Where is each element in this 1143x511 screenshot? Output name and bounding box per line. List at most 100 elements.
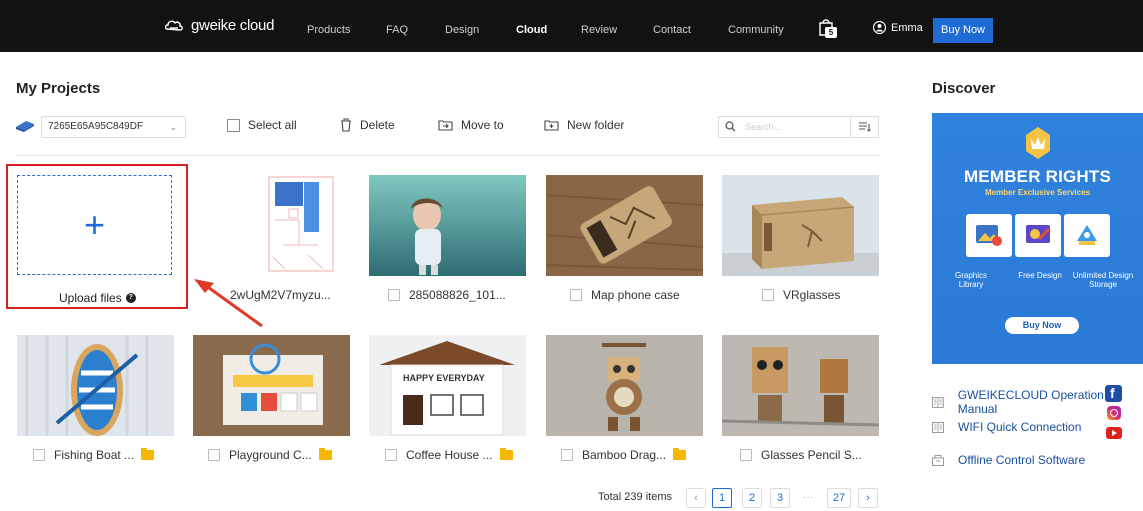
item-checkbox[interactable] bbox=[208, 449, 220, 461]
nav-cloud[interactable]: Cloud bbox=[516, 24, 547, 36]
storage-icon bbox=[1077, 225, 1097, 245]
trash-icon bbox=[341, 118, 351, 132]
thumb-floorplan[interactable] bbox=[193, 175, 350, 276]
page-button-2[interactable]: 2 bbox=[742, 488, 762, 508]
thumb-playground[interactable] bbox=[193, 335, 350, 436]
page-ellipsis: ··· bbox=[803, 492, 813, 503]
link-offline-software[interactable]: Offline Control Software bbox=[932, 453, 1085, 467]
item-caption-3[interactable]: Map phone case bbox=[570, 288, 680, 302]
feature-graphics-library: Graphics Library bbox=[954, 271, 987, 289]
nav-contact[interactable]: Contact bbox=[653, 24, 691, 36]
banner-subtitle: Member Exclusive Services bbox=[985, 188, 1090, 197]
thumb-glasses-pencil[interactable] bbox=[722, 335, 879, 436]
youtube-icon[interactable] bbox=[1106, 427, 1122, 439]
software-icon bbox=[932, 454, 944, 466]
folder-icon bbox=[141, 448, 155, 460]
feature-free-design: Free Design bbox=[1018, 271, 1062, 280]
item-caption-6[interactable]: Playground C... bbox=[208, 448, 332, 462]
user-name: Emma bbox=[891, 21, 923, 34]
feature-unlimited-storage: Unlimited Design Storage bbox=[1072, 271, 1134, 289]
item-name: Fishing Boat ... bbox=[54, 448, 135, 462]
item-name: Bamboo Drag... bbox=[582, 448, 667, 462]
move-folder-icon bbox=[438, 120, 453, 131]
cart-count-badge: 5 bbox=[825, 27, 837, 38]
new-folder-button[interactable]: New folder bbox=[544, 118, 624, 132]
unlimited-storage-card bbox=[1064, 214, 1110, 257]
facebook-icon[interactable]: f bbox=[1105, 385, 1122, 402]
item-caption-8[interactable]: Bamboo Drag... bbox=[561, 448, 687, 462]
free-design-card bbox=[1015, 214, 1061, 257]
move-to-label: Move to bbox=[461, 118, 504, 132]
crown-badge-icon bbox=[1026, 127, 1050, 159]
item-checkbox[interactable] bbox=[762, 289, 774, 301]
list-sort-icon bbox=[859, 122, 871, 132]
new-folder-icon bbox=[544, 120, 559, 131]
item-checkbox[interactable] bbox=[740, 449, 752, 461]
search-input[interactable]: Search... bbox=[718, 116, 851, 138]
item-caption-4[interactable]: VRglasses bbox=[762, 288, 840, 302]
item-name: Map phone case bbox=[591, 288, 680, 302]
item-checkbox[interactable] bbox=[385, 449, 397, 461]
coffee-house-image: HAPPY EVERYDAY bbox=[369, 335, 526, 436]
pagination-total: Total 239 items bbox=[598, 491, 672, 503]
page-button-3[interactable]: 3 bbox=[770, 488, 790, 508]
item-name: 285088826_101... bbox=[409, 288, 506, 302]
item-checkbox[interactable] bbox=[33, 449, 45, 461]
folder-icon bbox=[318, 448, 332, 460]
nav-products[interactable]: Products bbox=[307, 24, 350, 36]
child-photo-image bbox=[369, 175, 526, 276]
item-caption-5[interactable]: Fishing Boat ... bbox=[33, 448, 155, 462]
item-checkbox[interactable] bbox=[388, 289, 400, 301]
new-folder-label: New folder bbox=[567, 118, 625, 132]
user-avatar-icon bbox=[873, 21, 886, 34]
folder-icon bbox=[673, 448, 687, 460]
playground-image bbox=[193, 335, 350, 436]
bamboo-robot-image bbox=[546, 335, 703, 436]
item-caption-2[interactable]: 285088826_101... bbox=[388, 288, 506, 302]
instagram-icon[interactable] bbox=[1107, 406, 1121, 420]
svg-text:HAPPY EVERYDAY: HAPPY EVERYDAY bbox=[403, 373, 485, 383]
page-next-button[interactable]: › bbox=[858, 488, 878, 508]
link-label: Offline Control Software bbox=[958, 453, 1086, 467]
gallery-icon bbox=[976, 225, 1002, 246]
sort-list-button[interactable] bbox=[850, 116, 879, 138]
user-menu[interactable]: Emma bbox=[873, 21, 923, 34]
move-to-button[interactable]: Move to bbox=[438, 118, 504, 132]
page-button-last[interactable]: 27 bbox=[827, 488, 851, 508]
item-caption-1[interactable]: 2wUgM2V7myzu... bbox=[208, 288, 331, 302]
thumb-vr-glasses[interactable] bbox=[722, 175, 879, 276]
item-caption-9[interactable]: Glasses Pencil S... bbox=[740, 448, 862, 462]
banner-buy-now-button[interactable]: Buy Now bbox=[1005, 317, 1079, 334]
thumb-photo-child[interactable] bbox=[369, 175, 526, 276]
item-checkbox[interactable] bbox=[570, 289, 582, 301]
buy-now-button[interactable]: Buy Now bbox=[933, 18, 993, 43]
nav-faq[interactable]: FAQ bbox=[386, 24, 408, 36]
discover-title: Discover bbox=[932, 80, 996, 97]
item-name: Coffee House ... bbox=[406, 448, 493, 462]
vr-glasses-image bbox=[722, 175, 879, 276]
item-name: 2wUgM2V7myzu... bbox=[230, 288, 331, 302]
nav-review[interactable]: Review bbox=[581, 24, 617, 36]
item-caption-7[interactable]: Coffee House ... bbox=[385, 448, 513, 462]
phone-case-image bbox=[546, 175, 703, 276]
thumb-bamboo-dragonfly[interactable] bbox=[546, 335, 703, 436]
delete-button[interactable]: Delete bbox=[340, 118, 395, 132]
member-rights-banner[interactable]: MEMBER RIGHTS Member Exclusive Services … bbox=[932, 113, 1143, 364]
design-icon bbox=[1026, 225, 1051, 243]
glasses-pencil-image bbox=[722, 335, 879, 436]
graphics-library-card bbox=[966, 214, 1012, 257]
thumb-fishing-boat[interactable] bbox=[17, 335, 174, 436]
link-wifi-connection[interactable]: WIFI Quick Connection bbox=[932, 420, 1081, 434]
fishing-boat-image bbox=[17, 335, 174, 436]
thumb-coffee-house[interactable]: HAPPY EVERYDAY bbox=[369, 335, 526, 436]
page-button-1[interactable]: 1 bbox=[712, 488, 732, 508]
page-prev-button[interactable]: ‹ bbox=[686, 488, 706, 508]
book-icon bbox=[932, 421, 944, 433]
book-icon bbox=[932, 396, 944, 408]
floorplan-image bbox=[193, 175, 350, 276]
link-label: WIFI Quick Connection bbox=[958, 420, 1082, 434]
nav-community[interactable]: Community bbox=[728, 24, 784, 36]
nav-design[interactable]: Design bbox=[445, 24, 479, 36]
thumb-phone-case[interactable] bbox=[546, 175, 703, 276]
item-checkbox[interactable] bbox=[561, 449, 573, 461]
